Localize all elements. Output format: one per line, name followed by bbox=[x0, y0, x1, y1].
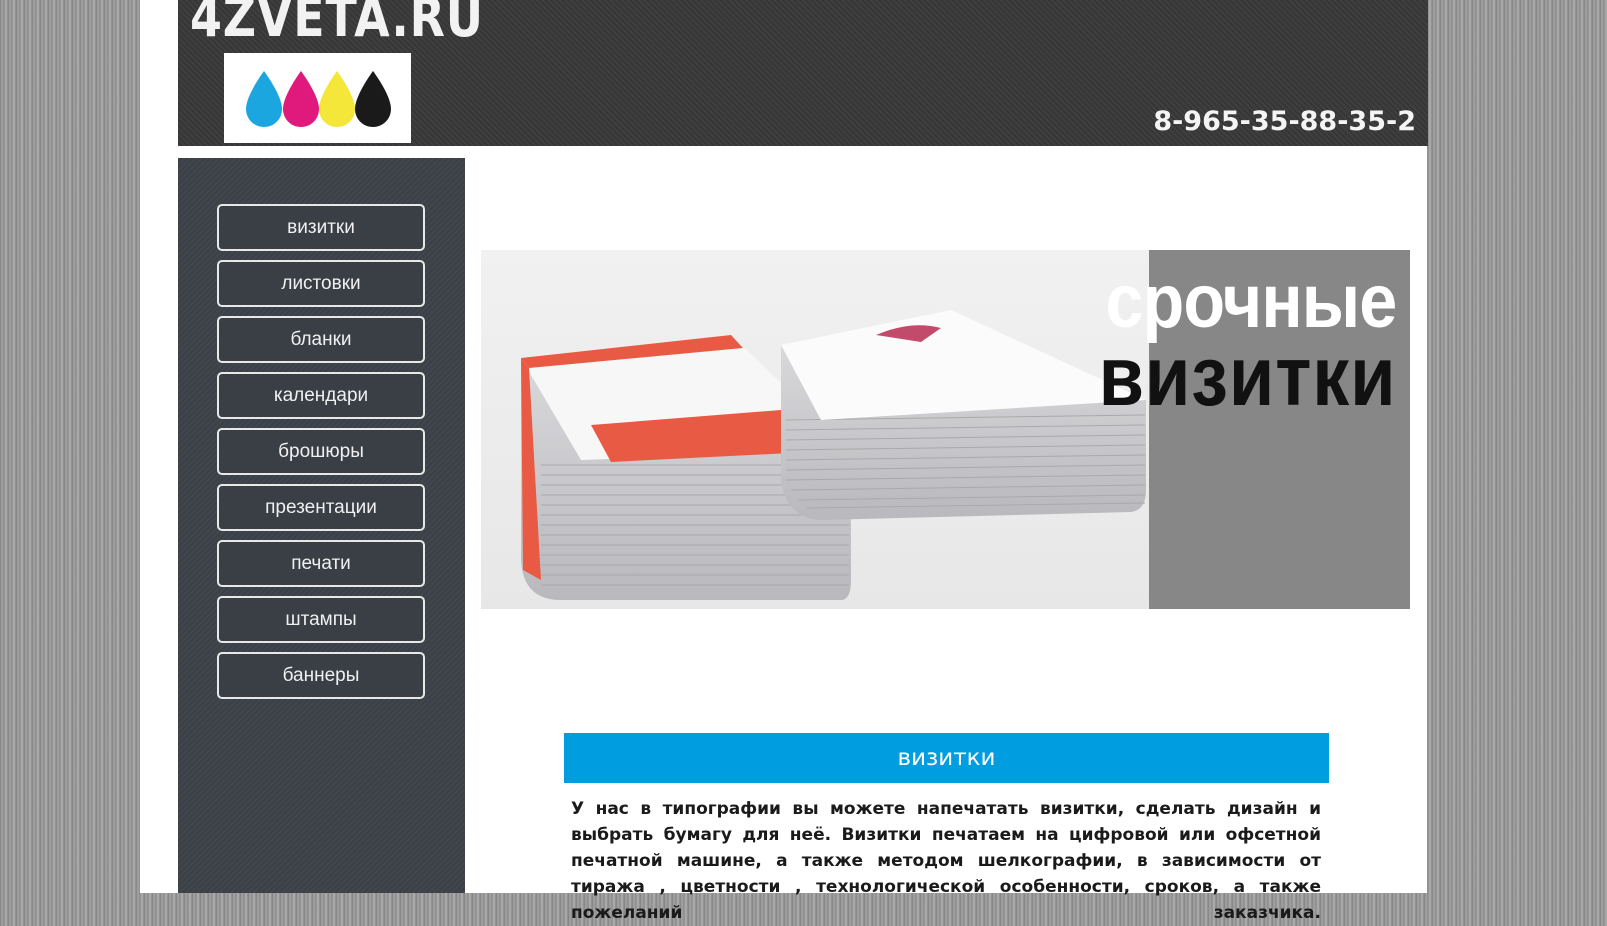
nav-button-vizitki[interactable]: визитки bbox=[217, 204, 425, 251]
nav-button-broshyury[interactable]: брошюры bbox=[217, 428, 425, 475]
nav-button-prezentatsii[interactable]: презентации bbox=[217, 484, 425, 531]
section-body-text: У нас в типографии вы можете напечатать … bbox=[571, 799, 1321, 923]
site-logo-text[interactable]: 4ZVETA.RU bbox=[190, 0, 484, 49]
promo-banner[interactable]: срочные визитки bbox=[481, 250, 1410, 609]
sidebar-nav: визитки листовки бланки календари брошюр… bbox=[178, 158, 465, 893]
section-title-bar: визитки bbox=[564, 733, 1329, 783]
nav-button-pechati[interactable]: печати bbox=[217, 540, 425, 587]
site-header: 4ZVETA.RU 8-965-35-88-35-2 bbox=[178, 0, 1428, 146]
phone-number: 8-965-35-88-35-2 bbox=[1153, 106, 1416, 137]
nav-button-blanki[interactable]: бланки bbox=[217, 316, 425, 363]
ink-drops-logo[interactable] bbox=[224, 53, 411, 143]
nav-button-listovki[interactable]: листовки bbox=[217, 260, 425, 307]
nav-button-kalendari[interactable]: календари bbox=[217, 372, 425, 419]
nav-button-shtampy[interactable]: штампы bbox=[217, 596, 425, 643]
ink-drops-icon bbox=[246, 71, 391, 127]
banner-headline-bottom: визитки bbox=[1098, 329, 1396, 423]
page-container: 4ZVETA.RU 8-965-35-88-35-2 визитки листо… bbox=[140, 0, 1428, 923]
nav-button-bannery[interactable]: баннеры bbox=[217, 652, 425, 699]
